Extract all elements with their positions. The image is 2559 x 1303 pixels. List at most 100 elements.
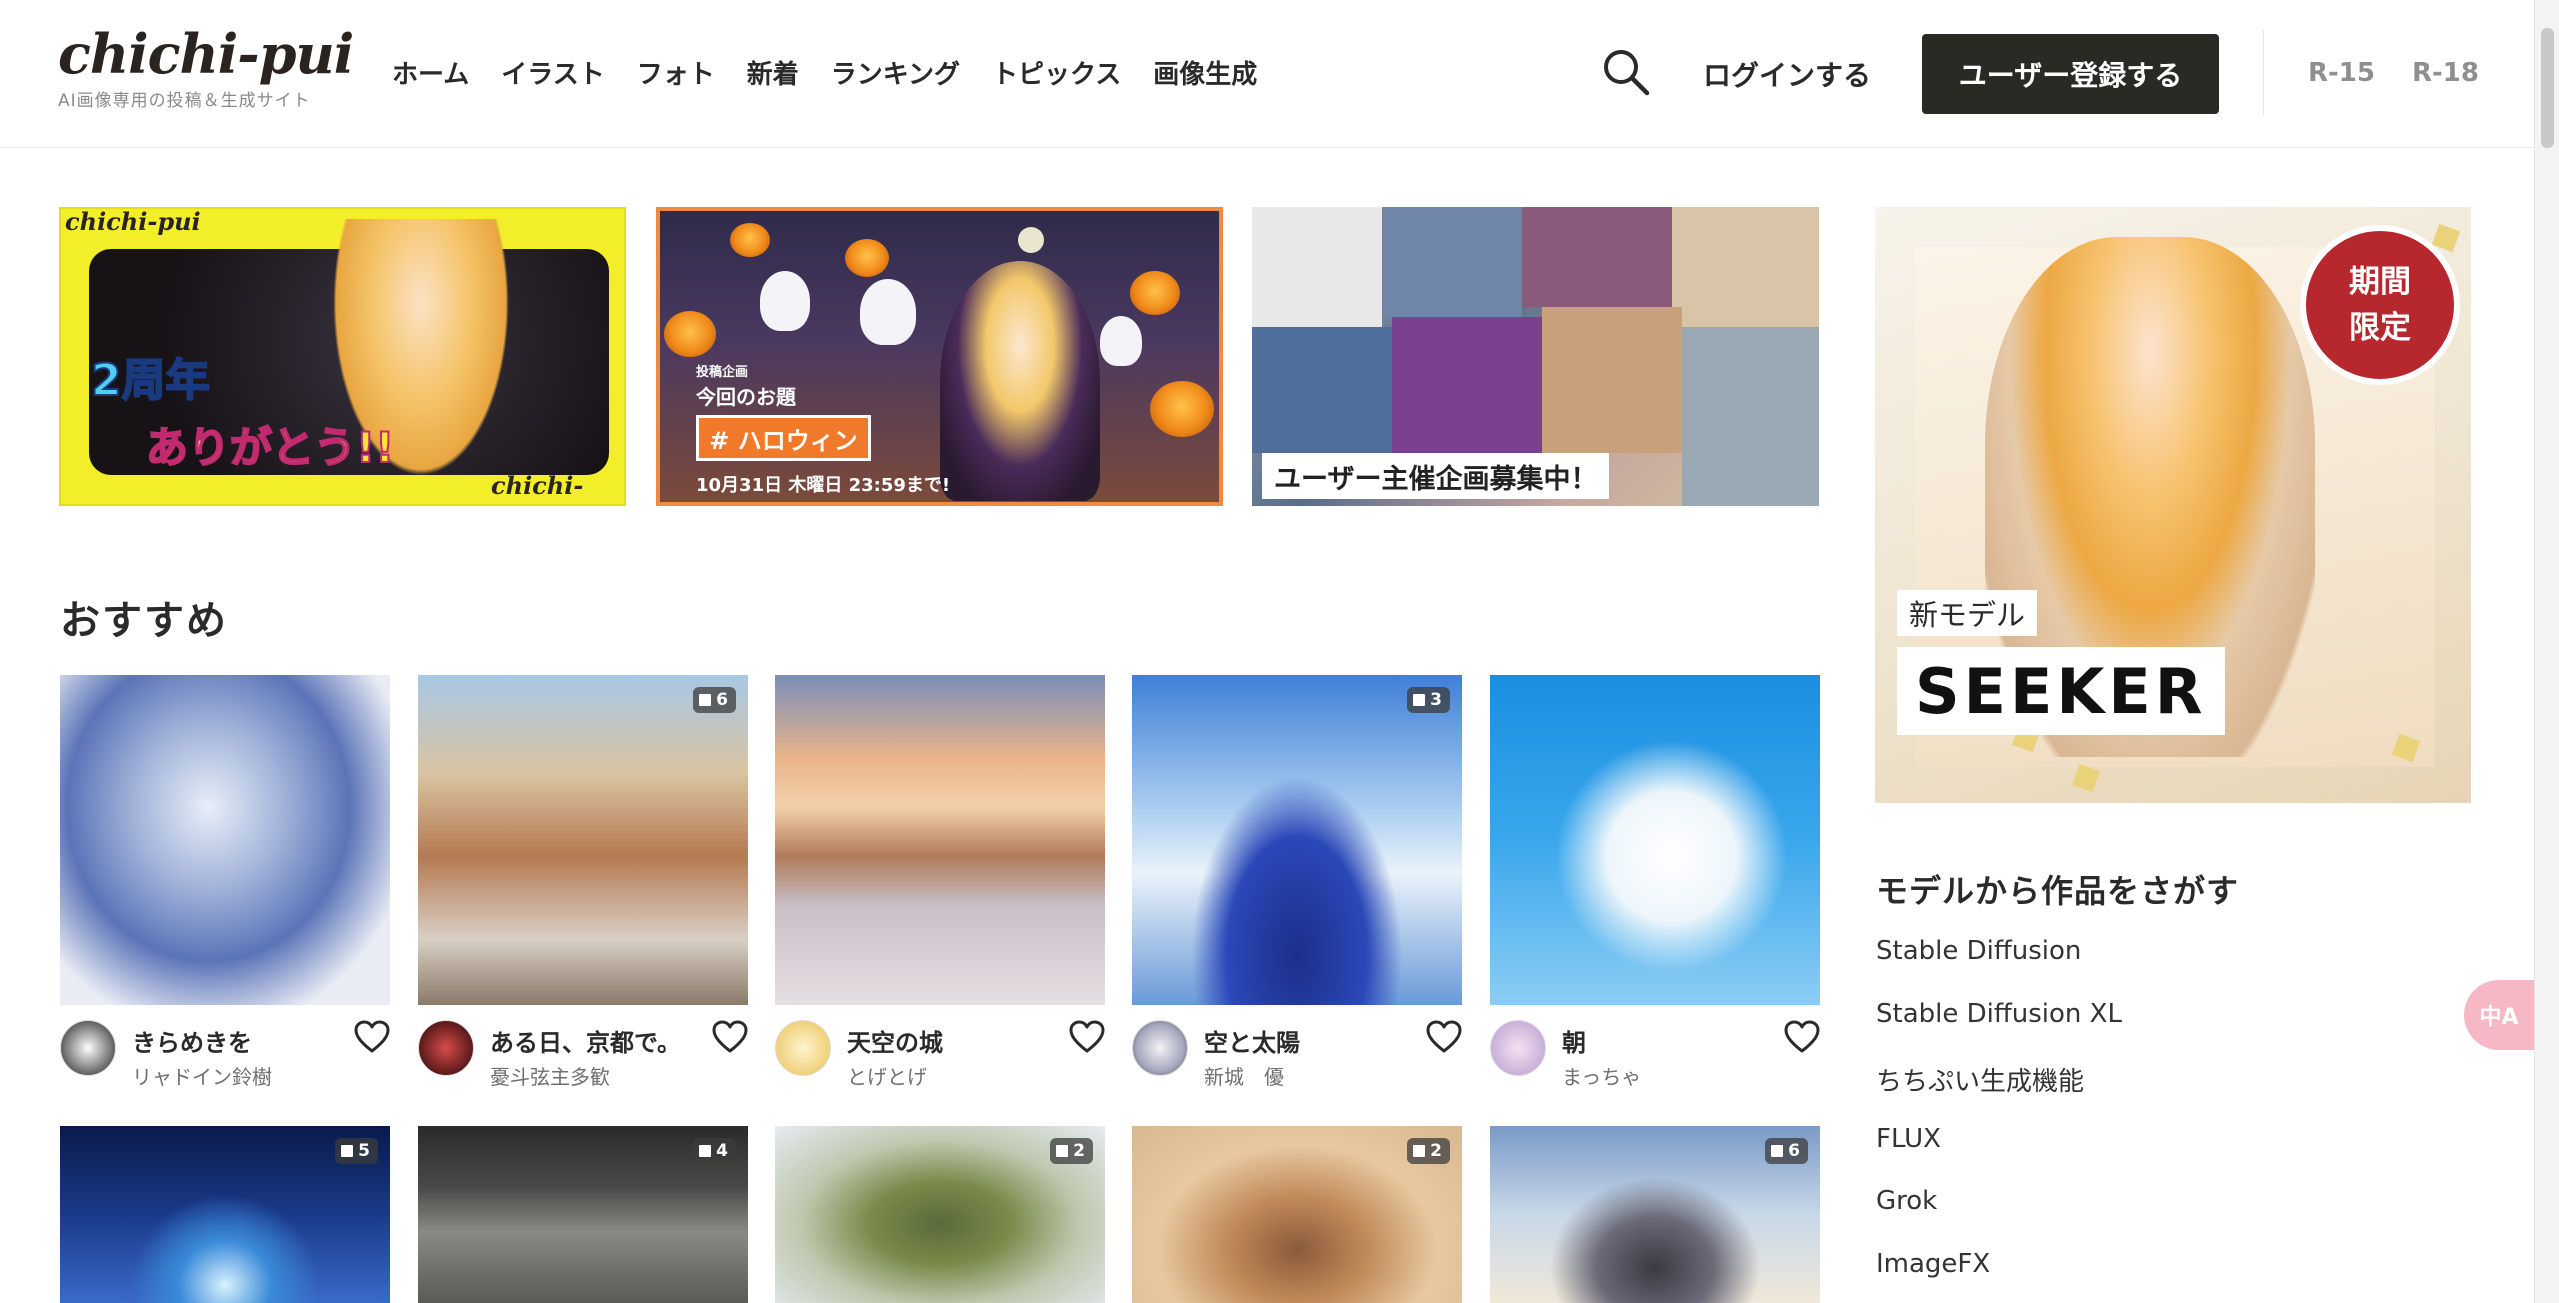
login-link[interactable]: ログインする (1703, 54, 1871, 94)
rating-r15-toggle[interactable]: R-15 (2308, 58, 2375, 88)
register-button[interactable]: ユーザー登録する (1922, 34, 2219, 114)
artwork-card[interactable]: 5 (60, 1126, 390, 1303)
card-meta: ある日、京都で。 憂斗弦主多歓 (418, 1005, 748, 1089)
nav-home[interactable]: ホーム (392, 54, 469, 91)
moon-shape (1018, 227, 1044, 253)
image-count: 4 (716, 1141, 728, 1161)
artwork-card[interactable]: 3 空と太陽 新城 優 (1132, 675, 1462, 1089)
artwork-thumbnail[interactable]: 2 (1132, 1126, 1462, 1303)
heart-icon[interactable] (1426, 1020, 1462, 1054)
stamp-line2: 限定 (2349, 310, 2411, 346)
avatar[interactable] (60, 1020, 116, 1076)
banner-halloween-label: 投稿企画 (696, 365, 749, 380)
multi-image-badge: 2 (1050, 1138, 1093, 1164)
artwork-card[interactable]: 6 ある日、京都で。 憂斗弦主多歓 (418, 675, 748, 1089)
translate-button[interactable]: 中A (2464, 980, 2534, 1050)
section-title-recommended: おすすめ (60, 598, 228, 644)
card-title[interactable]: 朝 (1562, 1023, 1586, 1058)
banner-halloween-tag: # ハロウィン (696, 415, 871, 461)
nav-illust[interactable]: イラスト (501, 54, 604, 91)
multi-image-badge: 2 (1407, 1138, 1450, 1164)
artwork-card[interactable]: 4 (418, 1126, 748, 1303)
artwork-thumbnail[interactable]: 6 (1490, 1126, 1820, 1303)
promo-banner-seeker[interactable]: 期間 限定 新モデル SEEKER (1875, 207, 2471, 803)
card-author[interactable]: 憂斗弦主多歓 (490, 1061, 610, 1090)
site-logo[interactable]: chichi-pui AI画像専用の投稿＆生成サイト (58, 22, 354, 111)
site-header: chichi-pui AI画像専用の投稿＆生成サイト ホーム イラスト フォト … (0, 0, 2534, 148)
multi-image-icon (1413, 1145, 1426, 1157)
model-link-chichipui-generator[interactable]: ちちぷい生成機能 (1876, 1061, 2084, 1098)
artwork-thumbnail[interactable]: 3 (1132, 675, 1462, 1005)
artwork-card[interactable]: 2 (1132, 1126, 1462, 1303)
multi-image-icon (1771, 1145, 1784, 1157)
pumpkin-shape (664, 311, 716, 357)
banner-user-contest[interactable]: ユーザー主催企画募集中！ (1252, 207, 1819, 506)
nav-generate[interactable]: 画像生成 (1153, 54, 1257, 91)
ghost-shape (1100, 316, 1142, 366)
collage-tile (1682, 327, 1819, 506)
pumpkin-shape (845, 239, 889, 277)
card-meta: きらめきを リャドイン鈴樹 (60, 1005, 390, 1089)
limited-time-stamp: 期間 限定 (2300, 225, 2460, 385)
search-icon[interactable] (1600, 46, 1652, 98)
artwork-thumbnail[interactable]: 2 (775, 1126, 1105, 1303)
banner-logo-bottom: chichi-pui (491, 471, 584, 504)
banner-anniversary-line2: ありがとう!! (145, 422, 395, 473)
artwork-card[interactable]: きらめきを リャドイン鈴樹 (60, 675, 390, 1089)
pumpkin-shape (730, 223, 770, 257)
page-scrollbar[interactable] (2534, 0, 2559, 1303)
artwork-thumbnail[interactable]: 5 (60, 1126, 390, 1303)
multi-image-badge: 6 (693, 687, 736, 713)
card-title[interactable]: 天空の城 (847, 1023, 943, 1058)
artwork-card[interactable]: 天空の城 とげとげ (775, 675, 1105, 1089)
scrollbar-thumb[interactable] (2541, 28, 2554, 148)
rating-r18-toggle[interactable]: R-18 (2412, 58, 2479, 88)
multi-image-icon (341, 1145, 354, 1157)
banner-anniversary[interactable]: chichi-pui chichi-pui 2周年 ありがとう!! (59, 207, 626, 506)
artwork-card[interactable]: 2 (775, 1126, 1105, 1303)
model-search-title: モデルから作品をさがす (1876, 872, 2240, 910)
model-link-flux[interactable]: FLUX (1876, 1124, 1941, 1154)
logo-wordmark: chichi-pui (58, 22, 354, 86)
artwork-card[interactable]: 朝 まっちゃ (1490, 675, 1820, 1089)
model-link-stable-diffusion-xl[interactable]: Stable Diffusion XL (1876, 999, 2122, 1029)
model-link-grok[interactable]: Grok (1876, 1186, 1937, 1216)
card-author[interactable]: リャドイン鈴樹 (132, 1061, 272, 1090)
card-meta: 朝 まっちゃ (1490, 1005, 1820, 1089)
model-link-stable-diffusion[interactable]: Stable Diffusion (1876, 936, 2081, 966)
nav-new[interactable]: 新着 (747, 54, 799, 91)
collage-tile (1252, 207, 1382, 327)
card-author[interactable]: とげとげ (847, 1061, 927, 1090)
confetti-shape (2071, 763, 2101, 793)
artwork-thumbnail[interactable] (1490, 675, 1820, 1005)
nav-topics[interactable]: トピックス (992, 54, 1121, 91)
avatar[interactable] (775, 1020, 831, 1076)
card-author[interactable]: まっちゃ (1562, 1061, 1641, 1090)
heart-icon[interactable] (1069, 1020, 1105, 1054)
artwork-card[interactable]: 6 (1490, 1126, 1820, 1303)
avatar[interactable] (418, 1020, 474, 1076)
card-title[interactable]: 空と太陽 (1204, 1023, 1300, 1058)
banner-halloween[interactable]: 投稿企画 今回のお題 # ハロウィン 10月31日 木曜日 23:59まで! (656, 207, 1223, 506)
nav-photo[interactable]: フォト (637, 54, 715, 91)
pumpkin-shape (1130, 271, 1180, 315)
card-title[interactable]: ある日、京都で。 (490, 1023, 681, 1058)
artwork-thumbnail[interactable]: 6 (418, 675, 748, 1005)
avatar[interactable] (1490, 1020, 1546, 1076)
image-count: 2 (1430, 1141, 1442, 1161)
card-title[interactable]: きらめきを (132, 1023, 252, 1058)
nav-ranking[interactable]: ランキング (831, 54, 960, 91)
heart-icon[interactable] (712, 1020, 748, 1054)
model-link-imagefx[interactable]: ImageFX (1876, 1249, 1990, 1279)
avatar[interactable] (1132, 1020, 1188, 1076)
banner-logo: chichi-pui (65, 207, 201, 236)
artwork-thumbnail[interactable]: 4 (418, 1126, 748, 1303)
banner-halloween-title: 今回のお題 (696, 385, 796, 409)
card-author[interactable]: 新城 優 (1204, 1061, 1284, 1090)
heart-icon[interactable] (354, 1020, 390, 1054)
multi-image-badge: 3 (1407, 687, 1450, 713)
artwork-thumbnail[interactable] (775, 675, 1105, 1005)
card-meta: 天空の城 とげとげ (775, 1005, 1105, 1089)
heart-icon[interactable] (1784, 1020, 1820, 1054)
artwork-thumbnail[interactable] (60, 675, 390, 1005)
